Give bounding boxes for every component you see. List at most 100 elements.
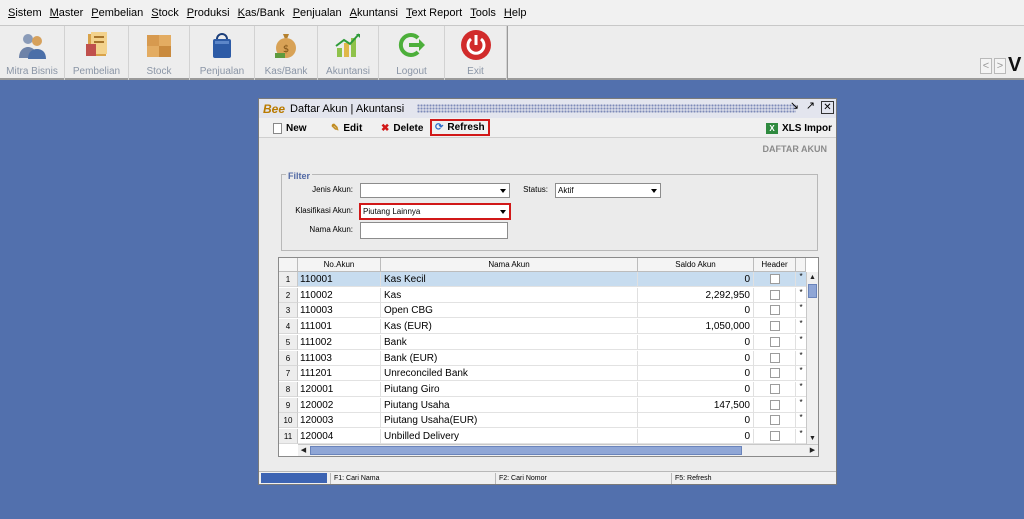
row-number[interactable]: 7	[279, 366, 298, 382]
jenis-akun-select[interactable]	[360, 183, 510, 198]
table-row[interactable]: 110003 Open CBG 0 *	[298, 303, 806, 319]
row-mark: *	[799, 287, 803, 297]
table-row[interactable]: 111002 Bank 0 *	[298, 334, 806, 350]
row-number[interactable]: 5	[279, 334, 298, 350]
row-number[interactable]: 2	[279, 287, 298, 303]
delete-button[interactable]: ✖ Delete	[381, 120, 423, 137]
kas-bank-button[interactable]: $ Kas/Bank	[255, 26, 318, 80]
header-checkbox[interactable]	[770, 305, 780, 316]
power-icon	[459, 28, 493, 62]
scroll-down-icon[interactable]: ▼	[807, 433, 818, 444]
header-checkbox[interactable]	[770, 321, 780, 332]
scroll-up-icon[interactable]: ▲	[807, 272, 818, 283]
row-number[interactable]: 11	[279, 429, 298, 444]
maximize-icon[interactable]: ↗	[804, 101, 817, 114]
penjualan-button[interactable]: Penjualan	[190, 26, 255, 80]
close-icon[interactable]: ✕	[821, 101, 834, 114]
row-number[interactable]: 6	[279, 350, 298, 366]
logout-button[interactable]: Logout	[379, 26, 445, 80]
menu-text-report[interactable]: Text Report	[402, 7, 466, 19]
main-toolbar: Mitra Bisnis Pembelian Stock Penjualan $…	[0, 26, 1024, 80]
new-button[interactable]: New	[273, 120, 307, 137]
header-checkbox[interactable]	[770, 383, 780, 394]
table-row[interactable]: 120002 Piutang Usaha 147,500 *	[298, 397, 806, 413]
akuntansi-button[interactable]: Akuntansi	[318, 26, 379, 80]
table-row[interactable]: 111003 Bank (EUR) 0 *	[298, 350, 806, 366]
refresh-button[interactable]: ⟳ Refresh	[430, 119, 490, 136]
delete-x-icon: ✖	[381, 123, 390, 134]
table-row[interactable]: 110002 Kas 2,292,950 *	[298, 287, 806, 303]
boxes-icon	[142, 28, 176, 62]
header-checkbox[interactable]	[770, 352, 780, 363]
account-balance-cell: 0	[638, 366, 754, 382]
scroll-right-icon[interactable]: ▶	[807, 445, 818, 456]
vertical-scrollbar[interactable]: ▲ ▼	[806, 272, 818, 444]
header-checkbox[interactable]	[770, 368, 780, 379]
account-name-cell: Bank (EUR)	[381, 350, 638, 366]
column-header-nama-akun[interactable]: Nama Akun	[381, 258, 638, 272]
column-header-extra	[796, 258, 806, 272]
column-header-saldo-akun[interactable]: Saldo Akun	[638, 258, 754, 272]
menu-sistem[interactable]: Sistem	[4, 7, 46, 19]
menu-produksi[interactable]: Produksi	[183, 7, 234, 19]
header-cell	[754, 366, 796, 382]
account-number-cell: 110002	[298, 287, 381, 303]
menu-help[interactable]: Help	[500, 7, 531, 19]
header-checkbox[interactable]	[770, 415, 780, 426]
row-number[interactable]: 4	[279, 319, 298, 335]
table-row[interactable]: 120001 Piutang Giro 0 *	[298, 381, 806, 397]
table-row[interactable]: 111001 Kas (EUR) 1,050,000 *	[298, 319, 806, 335]
menu-kas-bank[interactable]: Kas/Bank	[234, 7, 289, 19]
menu-pembelian[interactable]: Pembelian	[87, 7, 147, 19]
header-checkbox[interactable]	[770, 289, 780, 300]
status-select[interactable]: Aktif	[555, 183, 661, 198]
window-titlebar[interactable]: Bee Daftar Akun | Akuntansi ↘ ↗ ✕	[259, 99, 836, 118]
nav-prev-button[interactable]: <	[980, 58, 992, 74]
account-balance-cell: 147,500	[638, 397, 754, 413]
vertical-scroll-thumb[interactable]	[808, 284, 817, 298]
klasifikasi-akun-select[interactable]: Piutang Lainnya	[359, 203, 511, 220]
header-checkbox[interactable]	[770, 336, 780, 347]
header-cell	[754, 397, 796, 413]
menu-tools[interactable]: Tools	[466, 7, 500, 19]
accounts-table: No.Akun Nama Akun Saldo Akun Header 1 110…	[278, 257, 819, 457]
exit-button[interactable]: Exit	[445, 26, 507, 80]
header-checkbox[interactable]	[770, 274, 780, 284]
stock-button[interactable]: Stock	[129, 26, 190, 80]
account-name-cell: Open CBG	[381, 303, 638, 319]
nama-akun-input[interactable]	[360, 222, 508, 239]
account-name-cell: Unbilled Delivery	[381, 429, 638, 444]
minimize-icon[interactable]: ↘	[788, 101, 801, 114]
column-header-no-akun[interactable]: No.Akun	[298, 258, 381, 272]
pembelian-button[interactable]: Pembelian	[65, 26, 129, 80]
table-row[interactable]: 120003 Piutang Usaha(EUR) 0 *	[298, 413, 806, 429]
horizontal-scrollbar[interactable]: ◀ ▶	[298, 444, 818, 456]
edit-button[interactable]: ✎ Edit	[331, 120, 362, 137]
column-header-header[interactable]: Header	[754, 258, 796, 272]
table-row[interactable]: 111201 Unreconciled Bank 0 *	[298, 366, 806, 382]
row-number[interactable]: 8	[279, 381, 298, 397]
account-number-cell: 111002	[298, 334, 381, 350]
horizontal-scroll-thumb[interactable]	[310, 446, 742, 455]
menu-penjualan[interactable]: Penjualan	[289, 7, 346, 19]
menu-stock[interactable]: Stock	[147, 7, 183, 19]
account-balance-cell: 0	[638, 429, 754, 444]
row-number[interactable]: 3	[279, 303, 298, 319]
table-row[interactable]: 120004 Unbilled Delivery 0 *	[298, 429, 806, 444]
page-title: DAFTAR AKUN	[762, 144, 828, 154]
mitra-bisnis-button[interactable]: Mitra Bisnis	[0, 26, 65, 80]
row-number[interactable]: 9	[279, 397, 298, 413]
menu-master[interactable]: Master	[46, 7, 88, 19]
row-number[interactable]: 10	[279, 413, 298, 429]
row-number[interactable]: 1	[279, 272, 298, 287]
chevron-down-icon	[651, 189, 657, 193]
nav-next-button[interactable]: >	[994, 58, 1006, 74]
table-row[interactable]: 110001 Kas Kecil 0 *	[298, 272, 806, 287]
header-checkbox[interactable]	[770, 431, 780, 441]
account-balance-cell: 0	[638, 381, 754, 397]
account-number-cell: 110001	[298, 272, 381, 287]
menu-akuntansi[interactable]: Akuntansi	[346, 7, 402, 19]
xls-import-button[interactable]: X XLS Impor	[766, 120, 832, 137]
scroll-left-icon[interactable]: ◀	[298, 445, 309, 456]
header-checkbox[interactable]	[770, 399, 780, 410]
